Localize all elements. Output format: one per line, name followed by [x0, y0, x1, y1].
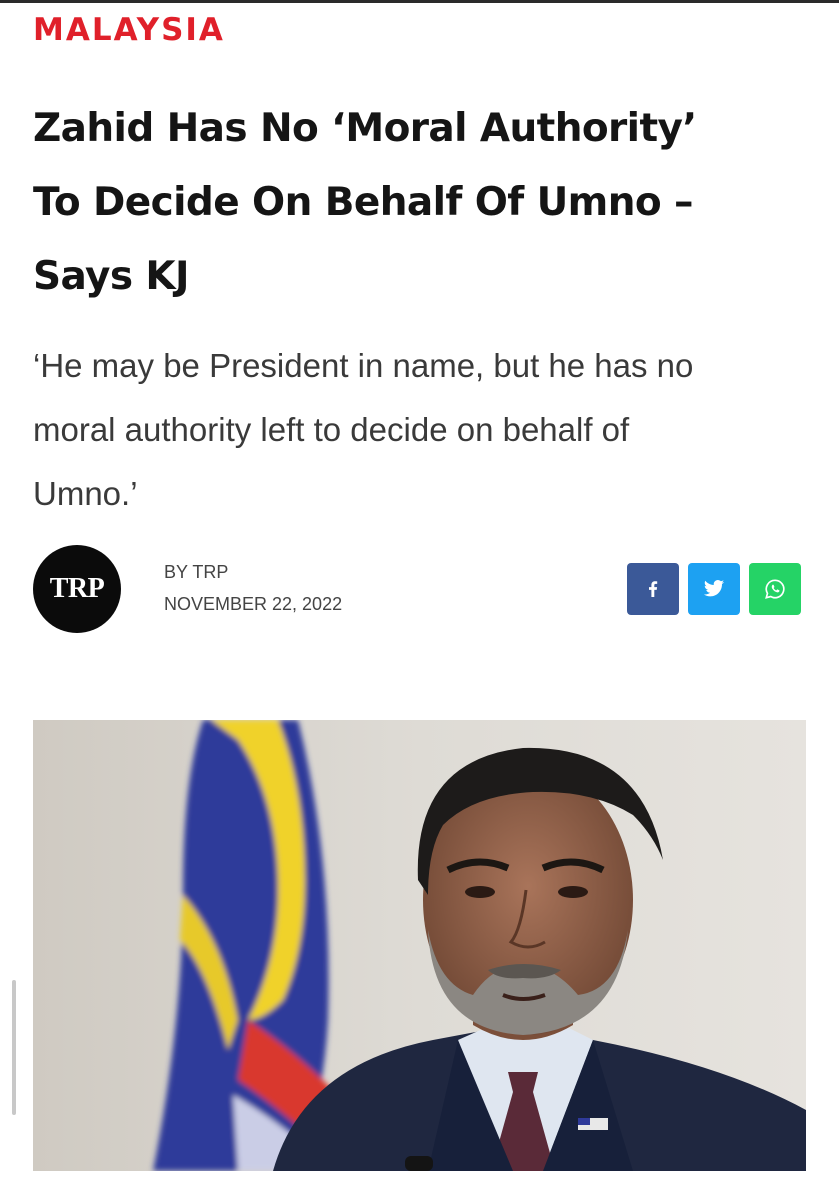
publish-date: NOVEMBER 22, 2022	[164, 594, 343, 614]
headline-line: Zahid Has No ‘Moral Authority’	[33, 106, 697, 151]
share-facebook-button[interactable]	[627, 563, 679, 615]
standfirst-line: Umno.’	[33, 475, 138, 512]
article-headline: Zahid Has No ‘Moral Authority’ To Decide…	[33, 92, 813, 314]
twitter-icon	[703, 580, 725, 597]
share-whatsapp-button[interactable]	[749, 563, 801, 615]
author-avatar[interactable]: TRP	[33, 545, 121, 633]
headline-line: To Decide On Behalf Of Umno –	[33, 180, 694, 225]
author-byline[interactable]: BY TRP	[164, 562, 228, 583]
standfirst-line: ‘He may be President in name, but he has…	[33, 347, 694, 384]
whatsapp-icon	[765, 579, 785, 599]
avatar-logo-text: TRP	[49, 573, 105, 604]
headline-line: Says KJ	[33, 254, 190, 299]
article-standfirst: ‘He may be President in name, but he has…	[33, 334, 823, 526]
share-twitter-button[interactable]	[688, 563, 740, 615]
standfirst-line: moral authority left to decide on behalf…	[33, 411, 630, 448]
category-label[interactable]: MALAYSIA	[33, 12, 225, 48]
scrollbar[interactable]	[12, 980, 16, 1115]
facebook-icon	[649, 581, 658, 597]
hero-photo	[33, 720, 806, 1171]
top-divider	[0, 0, 839, 3]
hero-image[interactable]	[33, 720, 806, 1171]
